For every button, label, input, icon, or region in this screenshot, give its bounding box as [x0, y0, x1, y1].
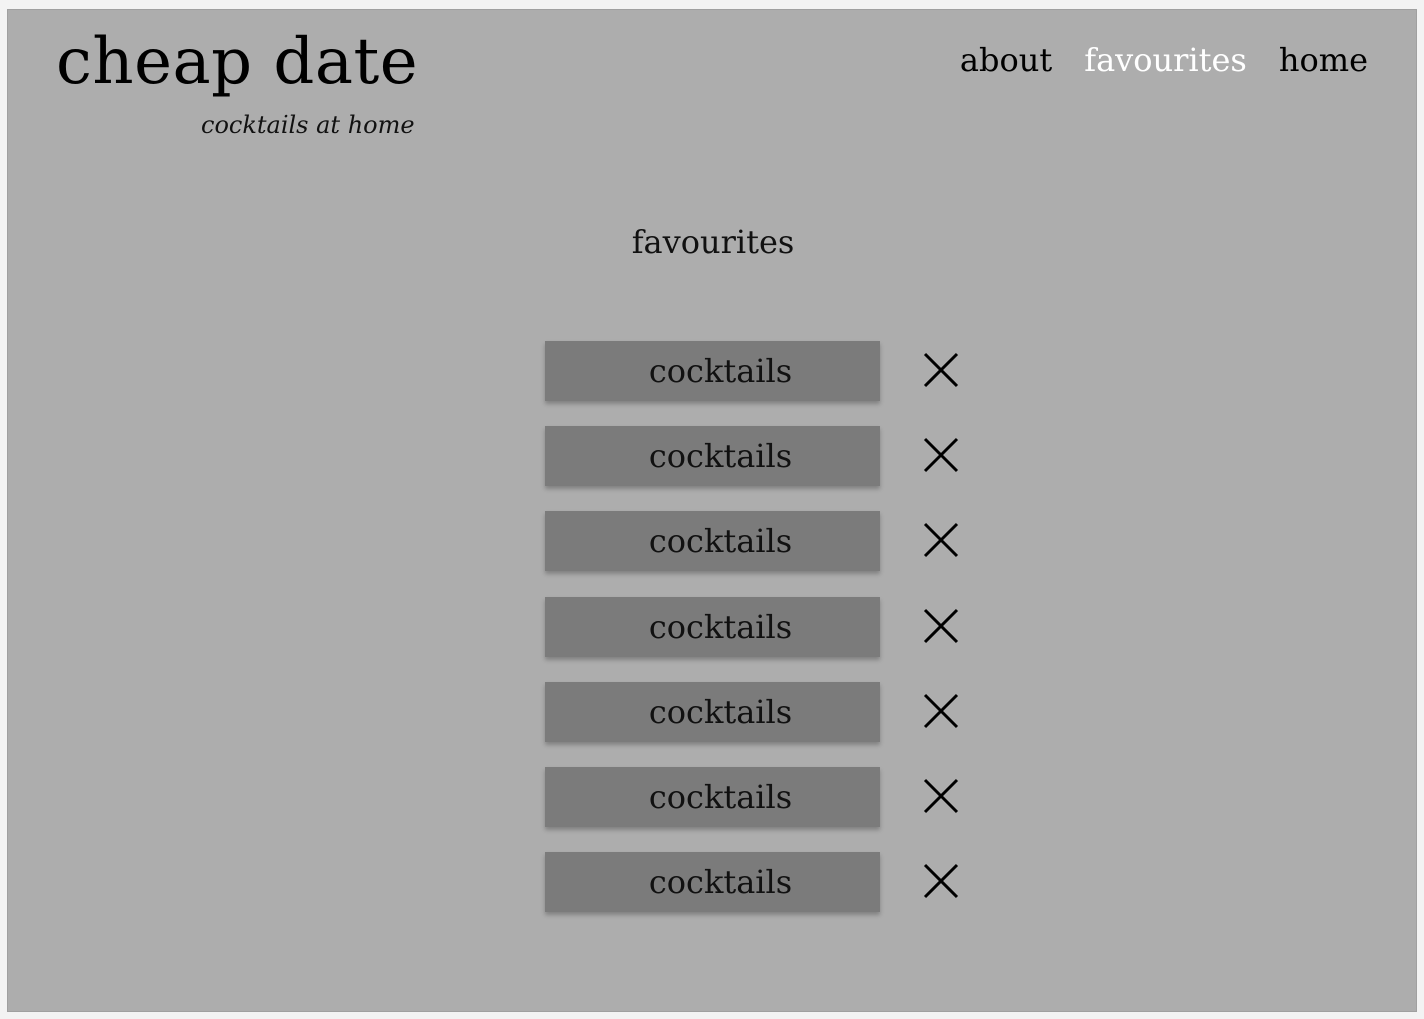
favourite-button[interactable]: cocktails — [545, 511, 880, 572]
list-item: cocktails — [545, 511, 985, 596]
close-icon[interactable] — [922, 436, 960, 474]
list-item: cocktails — [545, 341, 985, 426]
favourite-button[interactable]: cocktails — [545, 852, 880, 913]
close-icon[interactable] — [922, 862, 960, 900]
nav-link-about[interactable]: about — [960, 40, 1052, 80]
nav-link-favourites[interactable]: favourites — [1084, 40, 1247, 80]
desktop-frame: cheap date cocktails at home about favou… — [7, 9, 1417, 1012]
page-title: favourites — [631, 223, 795, 261]
close-icon[interactable] — [922, 351, 960, 389]
list-item: cocktails — [545, 426, 985, 511]
top-nav: about favourites home — [960, 40, 1368, 80]
site-tagline: cocktails at home — [201, 111, 415, 139]
nav-link-home[interactable]: home — [1279, 40, 1368, 80]
close-icon[interactable] — [922, 607, 960, 645]
list-item: cocktails — [545, 596, 985, 682]
favourite-button[interactable]: cocktails — [545, 596, 880, 657]
list-item: cocktails — [545, 766, 985, 852]
close-icon[interactable] — [922, 692, 960, 730]
favourite-button[interactable]: cocktails — [545, 426, 880, 487]
favourite-button[interactable]: cocktails — [545, 681, 880, 742]
site-title: cheap date — [56, 25, 419, 99]
close-icon[interactable] — [922, 521, 960, 559]
list-item: cocktails — [545, 852, 985, 937]
close-icon[interactable] — [922, 777, 960, 815]
brand[interactable]: cheap date cocktails at home — [56, 24, 419, 139]
favourites-list: cocktails cocktails cocktails cocktails — [545, 341, 985, 937]
list-item: cocktails — [545, 681, 985, 767]
favourite-button[interactable]: cocktails — [545, 766, 880, 827]
favourite-button[interactable]: cocktails — [545, 341, 880, 401]
